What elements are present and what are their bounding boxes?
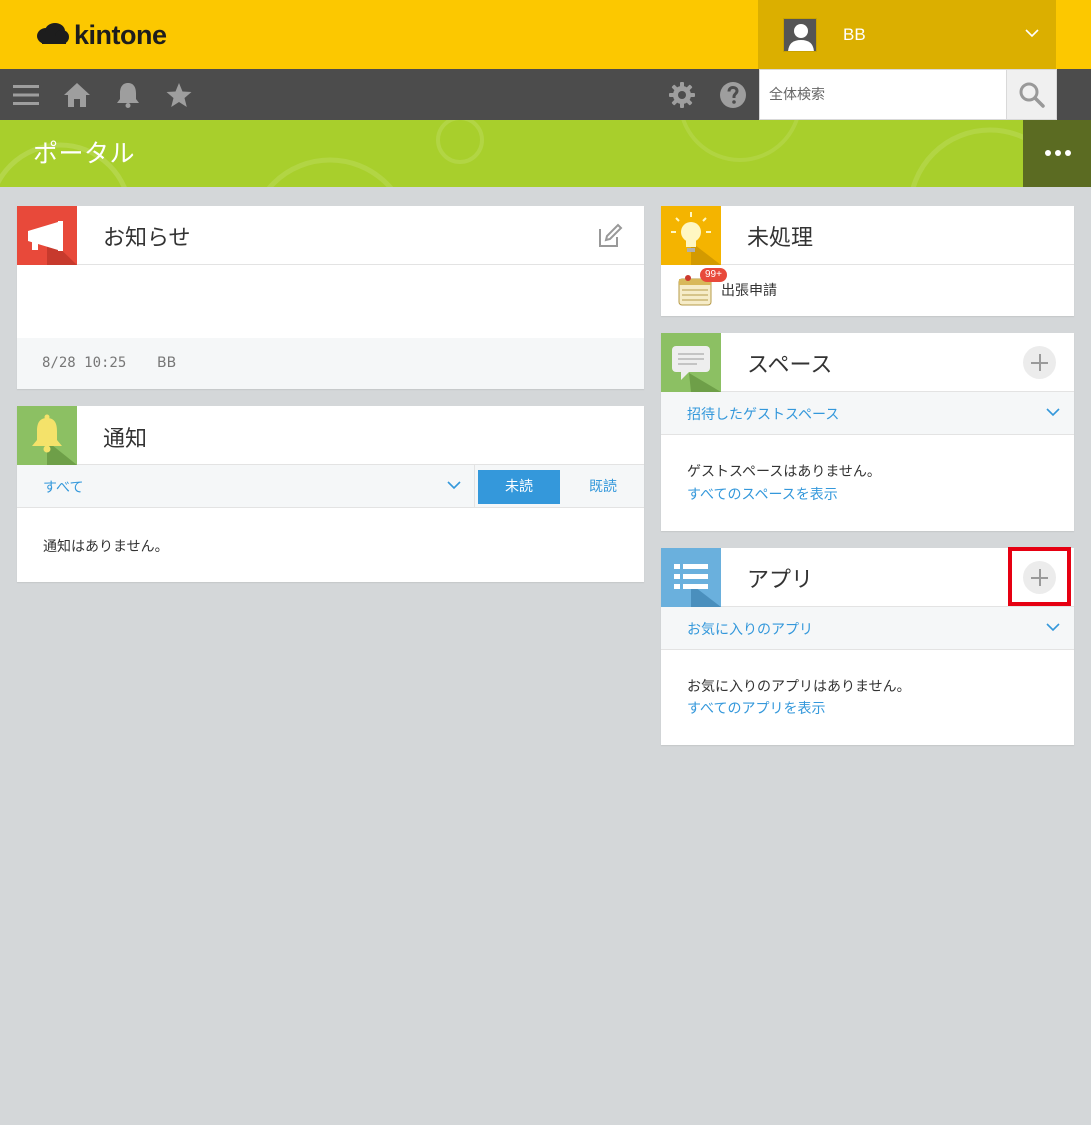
view-all-spaces-link[interactable]: すべてのスペースを表示 — [687, 484, 838, 504]
home-icon[interactable] — [63, 81, 91, 109]
global-search-input[interactable] — [760, 70, 1006, 119]
app-filter-dropdown[interactable]: お気に入りのアプリ — [661, 607, 1074, 650]
user-avatar-icon — [783, 17, 817, 52]
announcement-body — [17, 265, 644, 338]
settings-gear-icon[interactable] — [668, 81, 696, 109]
kintone-logo[interactable]: kintone — [36, 17, 167, 53]
tab-read[interactable]: 既読 — [562, 470, 644, 504]
chevron-down-icon — [1046, 623, 1060, 632]
spaces-card: スペース 招待したゲストスペース ゲストスペースはありません。 すべてのスペース… — [661, 333, 1074, 531]
help-icon[interactable] — [719, 81, 747, 109]
chat-bubble-icon — [661, 333, 721, 392]
more-dot — [1065, 150, 1071, 156]
unprocessed-item[interactable]: 99+ 出張申請 — [661, 265, 1074, 315]
unprocessed-card: 未処理 99+ 出張申請 — [661, 206, 1074, 316]
notification-bell-icon[interactable] — [114, 81, 142, 109]
app-list-icon — [661, 548, 721, 607]
logo-text: kintone — [74, 19, 167, 50]
app-header: kintone BB — [0, 0, 1091, 69]
notifications-header: 通知 — [17, 406, 644, 465]
portal-banner: ポータル — [0, 120, 1091, 187]
chevron-down-icon — [447, 481, 461, 490]
announcement-title: お知らせ — [103, 226, 191, 251]
notifications-card: 通知 すべて 未読 既読 通知はありません。 — [17, 406, 644, 582]
more-dot — [1055, 150, 1061, 156]
spaces-empty-message: ゲストスペースはありません。 — [687, 464, 881, 480]
announcement-date: 8/28 10:25 — [42, 355, 127, 371]
announcement-header: お知らせ — [17, 206, 644, 265]
announcement-footer: 8/28 10:25 BB — [17, 338, 644, 389]
notification-filter-dropdown[interactable]: すべて — [17, 465, 475, 507]
apps-title: アプリ — [747, 568, 814, 593]
favorites-star-icon[interactable] — [165, 81, 193, 109]
add-space-button[interactable] — [1023, 346, 1056, 379]
megaphone-icon — [17, 206, 77, 265]
unprocessed-title: 未処理 — [747, 226, 814, 251]
edit-icon[interactable] — [597, 223, 623, 249]
user-menu[interactable]: BB — [758, 0, 1056, 69]
app-filter-label: お気に入りのアプリ — [687, 622, 813, 638]
banner-decoration — [0, 120, 1070, 187]
space-filter-dropdown[interactable]: 招待したゲストスペース — [661, 392, 1074, 435]
announcement-card: お知らせ 8/28 10:25 BB — [17, 206, 644, 389]
add-app-button[interactable] — [1023, 561, 1056, 594]
unprocessed-header: 未処理 — [661, 206, 1074, 265]
notification-filter-label: すべて — [43, 480, 84, 496]
search-button[interactable] — [1006, 69, 1057, 120]
chevron-down-icon — [1025, 29, 1039, 38]
notifications-empty-message: 通知はありません。 — [43, 539, 169, 555]
page-title: ポータル — [33, 139, 136, 168]
notifications-title: 通知 — [103, 427, 148, 452]
notifications-filter-bar: すべて 未読 既読 — [17, 465, 644, 508]
apps-header: アプリ — [661, 548, 1074, 607]
portal-options-button[interactable] — [1023, 120, 1091, 187]
apps-empty-message: お気に入りのアプリはありません。 — [687, 679, 911, 695]
lightbulb-icon — [661, 206, 721, 265]
user-name: BB — [843, 24, 866, 44]
space-filter-label: 招待したゲストスペース — [687, 407, 840, 423]
global-search-field[interactable] — [759, 69, 1007, 120]
more-dot — [1045, 150, 1051, 156]
chevron-down-icon — [1046, 408, 1060, 417]
tab-unread[interactable]: 未読 — [478, 470, 560, 504]
apps-card: アプリ お気に入りのアプリ お気に入りのアプリはありません。 すべてのアプリを表… — [661, 548, 1074, 745]
unprocessed-item-name: 出張申請 — [721, 283, 777, 299]
view-all-apps-link[interactable]: すべてのアプリを表示 — [687, 698, 825, 718]
cloud-logo-icon — [37, 23, 69, 44]
spaces-title: スペース — [747, 353, 833, 378]
spaces-header: スペース — [661, 333, 1074, 392]
menu-icon[interactable] — [12, 81, 40, 109]
bell-icon — [17, 406, 77, 465]
search-icon — [1019, 82, 1045, 108]
announcement-author: BB — [157, 355, 177, 371]
